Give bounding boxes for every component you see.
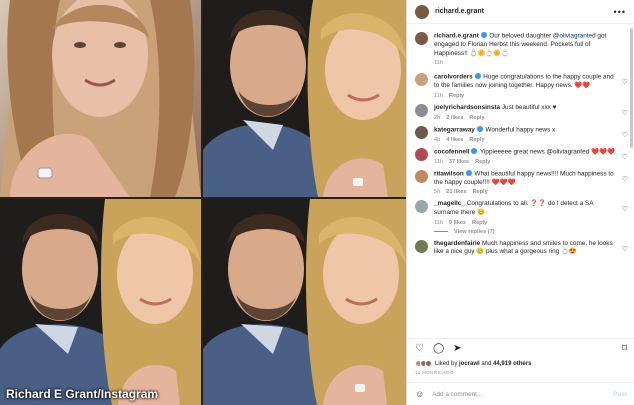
heart-icon[interactable]: ♡ (415, 343, 424, 354)
photo-tile-1 (0, 0, 201, 197)
likes-count[interactable]: 44,919 others (493, 361, 531, 367)
likes-mid: and (479, 360, 494, 367)
caption-text-before: Our beloved daughter (489, 32, 553, 40)
list-item: cocofennell Yippieeeee great news @olivi… (407, 143, 634, 165)
heart-icon[interactable]: ♡ (622, 175, 628, 183)
avatar[interactable] (415, 4, 429, 19)
likes-user[interactable]: jocrawl (459, 361, 480, 367)
post-caption: richard.e.grant Our beloved daughter @ol… (407, 26, 634, 68)
post-actions: ♡ ◯ ➤ ⌑ (407, 338, 634, 358)
comment-text: Just beautiful xxx ♥ (501, 103, 557, 111)
comment-author[interactable]: carolvorders (434, 74, 473, 81)
caption-author[interactable]: richard.e.grant (434, 33, 479, 40)
heart-icon[interactable]: ♡ (622, 205, 628, 213)
instagram-post-panel: richard.e.grant ••• richard.e.grant Our … (406, 0, 634, 405)
list-item: kategarraway Wonderful happy news x 4h 4 … (407, 121, 634, 143)
avatar[interactable] (415, 147, 428, 161)
heart-icon[interactable]: ♡ (622, 109, 628, 117)
heart-icon[interactable]: ♡ (622, 131, 628, 139)
photo-tile-3 (0, 199, 201, 405)
heart-icon[interactable]: ♡ (622, 78, 628, 86)
comment-author[interactable]: thegardenfairie (434, 240, 480, 247)
photo-credit: Richard E Grant/Instagram (6, 387, 159, 401)
emoji-icon[interactable]: ☺ (415, 389, 424, 399)
photo-tile-4 (203, 199, 406, 405)
list-item: thegardenfairie Much happiness and smile… (407, 235, 634, 257)
verified-icon (465, 169, 472, 176)
caption-time: 11h (434, 60, 443, 67)
verified-icon (474, 73, 481, 80)
avatar[interactable] (415, 32, 428, 45)
comment-icon[interactable]: ◯ (433, 343, 444, 354)
comment-author[interactable]: joelyrichardsonsinsta (434, 104, 500, 111)
comment-text: Wonderful happy news x (485, 126, 556, 134)
avatar[interactable] (415, 103, 428, 117)
bookmark-icon[interactable]: ⌑ (622, 343, 627, 354)
avatar[interactable] (415, 239, 428, 253)
heart-icon[interactable]: ♡ (622, 245, 628, 253)
avatar[interactable] (415, 200, 428, 214)
list-item: joelyrichardsonsinsta Just beautiful xxx… (407, 99, 634, 121)
avatar[interactable] (415, 169, 428, 183)
comment-time: 11h (434, 219, 443, 226)
more-dots-icon[interactable]: ••• (614, 7, 626, 17)
reply-button[interactable]: Reply (472, 220, 487, 226)
comment-likes[interactable]: 9 likes (449, 220, 466, 226)
verified-icon (471, 147, 478, 154)
post-comment-button[interactable]: Post (613, 391, 627, 398)
list-item: carolvorders Huge congratulations to the… (407, 68, 634, 99)
avatar[interactable] (415, 125, 428, 139)
avatar (425, 360, 432, 367)
comment-author[interactable]: kategarraway (434, 126, 475, 133)
comment-author[interactable]: cocofennell (434, 148, 470, 155)
comment-text: Yippieeeee great news @oliviagranted ❤️❤… (479, 148, 615, 156)
avatar[interactable] (415, 73, 428, 87)
verified-icon (476, 125, 483, 132)
add-comment-bar: ☺ Add a comment... Post (407, 382, 634, 405)
post-header: richard.e.grant ••• (407, 0, 634, 24)
likes-summary[interactable]: Liked by jocrawl and 44,919 others (415, 360, 531, 367)
verified-icon (480, 32, 487, 38)
comment-input[interactable]: Add a comment... (432, 391, 613, 398)
post-author[interactable]: richard.e.grant (435, 8, 484, 15)
comment-author[interactable]: _magellc_ (434, 200, 465, 207)
likes-prefix: Liked by (435, 360, 460, 367)
post-timestamp: 11 HOURS AGO (415, 371, 454, 376)
share-icon[interactable]: ➤ (453, 343, 461, 354)
list-item: ritawilson What beautiful happy news!!!!… (407, 165, 634, 195)
caption-mention[interactable]: @oliviagranted (553, 33, 596, 40)
heart-icon[interactable]: ♡ (622, 153, 628, 161)
comments-list: richard.e.grant Our beloved daughter @ol… (407, 26, 634, 355)
photo-grid: Richard E Grant/Instagram (0, 0, 406, 405)
list-item: _magellc_ Congratulations to all. ❓❓ do … (407, 195, 634, 226)
comment-author[interactable]: ritawilson (434, 170, 464, 177)
photo-tile-2 (203, 0, 406, 197)
